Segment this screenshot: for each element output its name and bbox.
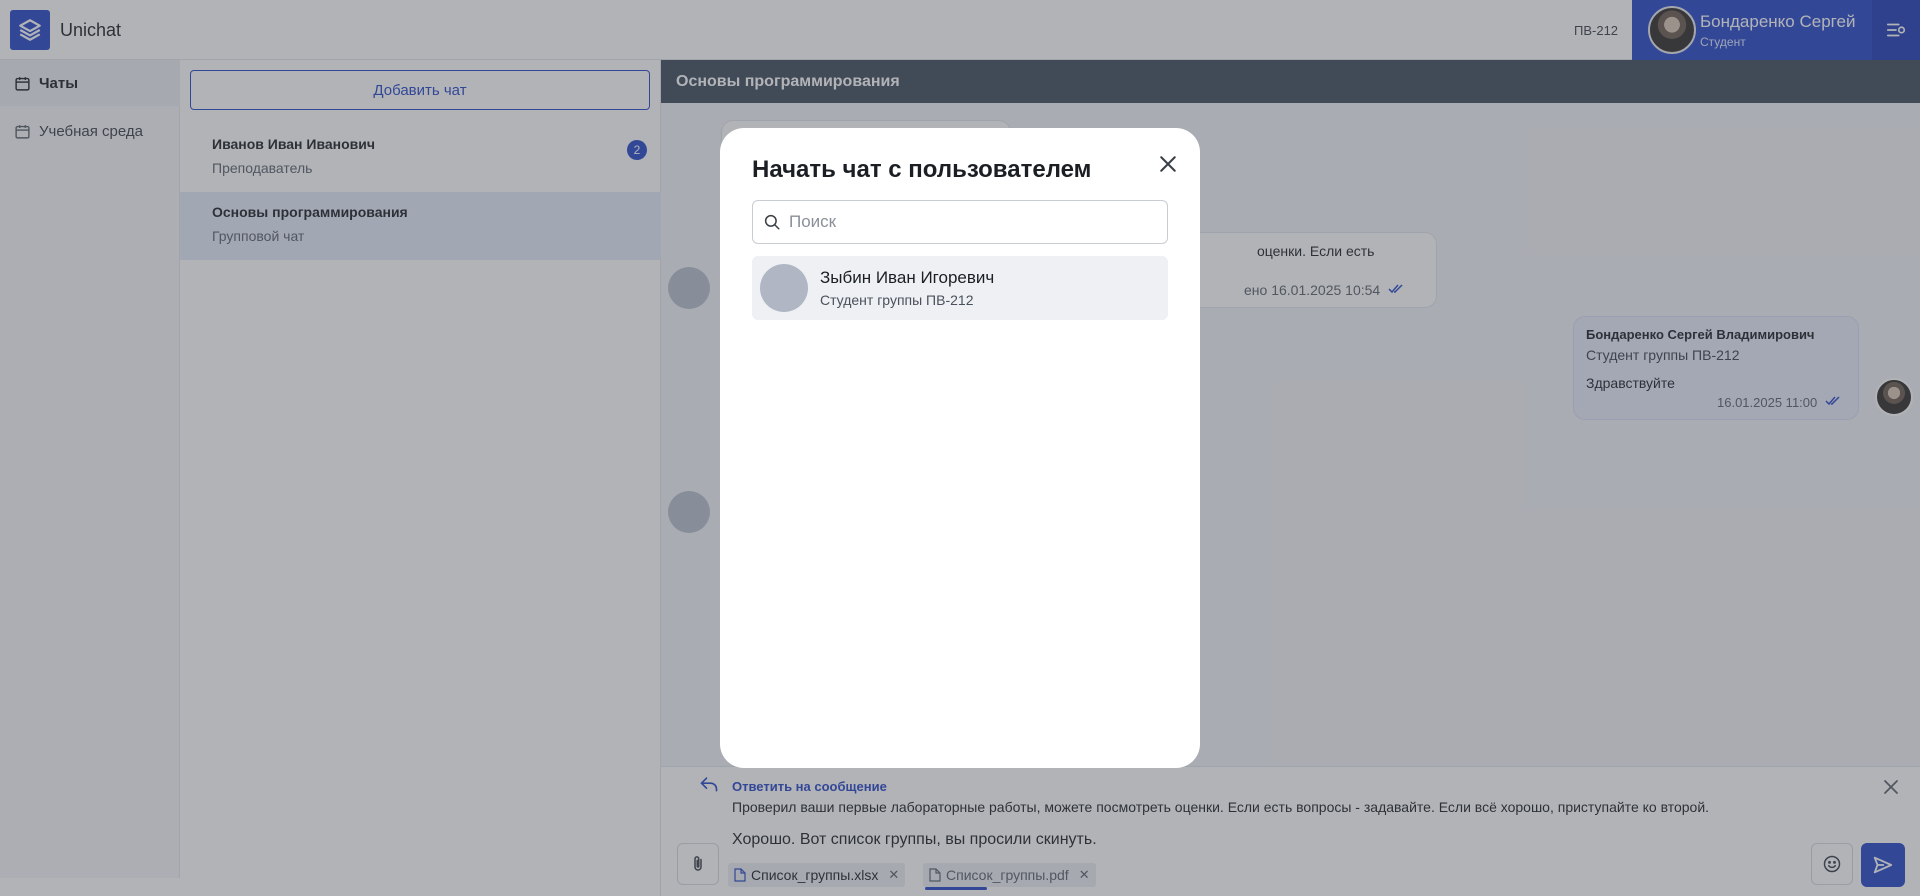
close-dialog-button[interactable] xyxy=(1154,150,1182,178)
search-input[interactable] xyxy=(789,201,1159,243)
avatar xyxy=(760,264,808,312)
user-name: Зыбин Иван Игоревич xyxy=(820,268,995,287)
search-field xyxy=(752,200,1168,244)
close-icon xyxy=(1160,156,1176,172)
user-subtitle: Студент группы ПВ-212 xyxy=(820,292,974,308)
dialog-title: Начать чат с пользователем xyxy=(752,156,1092,183)
user-list-item[interactable]: Зыбин Иван Игоревич Студент группы ПВ-21… xyxy=(752,256,1168,320)
start-chat-dialog: Начать чат с пользователем Зыбин Иван Иг… xyxy=(720,128,1200,768)
search-icon xyxy=(764,214,780,230)
